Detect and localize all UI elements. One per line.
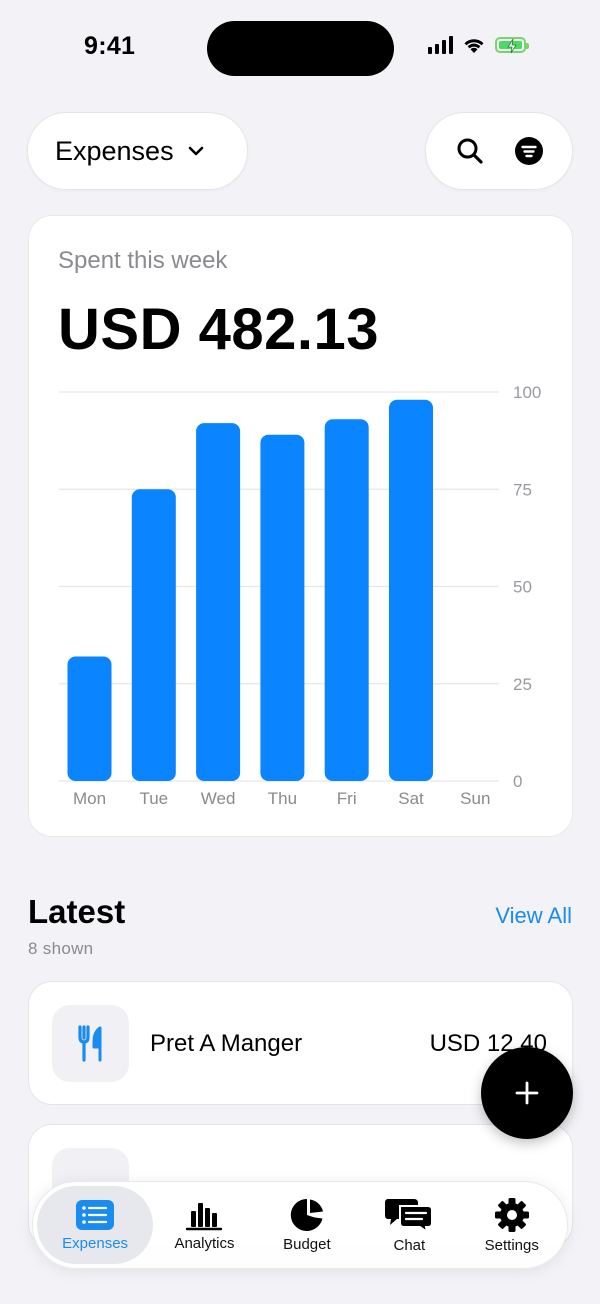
merchant-name: Pret A Manger (150, 1030, 303, 1057)
x-tick-label: Wed (201, 789, 236, 808)
search-icon[interactable] (455, 136, 485, 166)
item-count: 8 shown (28, 939, 94, 958)
cellular-signal-icon (428, 36, 453, 54)
tab-bar: Expenses Analytics Budget Chat Settings (32, 1181, 568, 1269)
x-tick-label: Mon (73, 789, 106, 808)
add-expense-button[interactable] (481, 1047, 573, 1139)
chart-bar (131, 489, 176, 781)
y-tick-label: 75 (513, 480, 532, 499)
x-tick-label: Fri (337, 789, 357, 808)
tab-chat[interactable]: Chat (358, 1186, 460, 1264)
x-tick-label: Sat (398, 789, 424, 808)
y-tick-label: 100 (513, 383, 541, 402)
dynamic-island (207, 21, 394, 76)
list-icon (76, 1199, 115, 1230)
plus-icon (515, 1081, 539, 1105)
weekly-spending-card: Spent this week USD 482.13 100 75 50 25 0 Mon… (28, 215, 573, 837)
tab-label: Settings (484, 1236, 539, 1254)
page-title: Expenses (55, 135, 174, 166)
y-tick-label: 50 (513, 578, 532, 597)
y-tick-label: 0 (513, 772, 522, 791)
gear-icon (494, 1197, 529, 1232)
status-time: 9:41 (84, 32, 136, 60)
header-actions (425, 112, 573, 190)
x-tick-label: Sun (460, 789, 490, 808)
battery-icon (495, 37, 529, 54)
filter-icon[interactable] (514, 136, 544, 166)
fork-knife-icon (52, 1005, 129, 1082)
tab-label: Expenses (62, 1234, 129, 1252)
chevron-down-icon (188, 146, 203, 156)
tab-label: Budget (283, 1235, 331, 1253)
chart-bar (67, 656, 112, 781)
bar-chart-icon (186, 1202, 223, 1230)
tab-expenses[interactable]: Expenses (37, 1186, 154, 1264)
tab-label: Analytics (174, 1234, 235, 1252)
tab-settings[interactable]: Settings (461, 1186, 563, 1264)
wifi-icon (464, 39, 484, 53)
status-icons (428, 36, 529, 54)
weekly-bar-chart: 100 75 50 25 0 Mon Tue Wed Thu Fri Sat Sun (59, 383, 541, 808)
pie-chart-icon (290, 1198, 323, 1231)
section-title: Latest (28, 893, 126, 930)
chart-bar (196, 423, 241, 781)
view-all-link[interactable]: View All (495, 903, 572, 929)
chat-icon (385, 1198, 434, 1233)
tab-analytics[interactable]: Analytics (153, 1186, 255, 1264)
tab-budget[interactable]: Budget (256, 1186, 358, 1264)
expenses-dropdown-button[interactable]: Expenses (27, 112, 248, 190)
chart-bar (389, 399, 433, 781)
chart-bar (260, 434, 305, 781)
tab-label: Chat (393, 1236, 426, 1254)
x-tick-label: Tue (139, 789, 168, 808)
y-tick-label: 25 (513, 675, 532, 694)
x-tick-label: Thu (268, 789, 297, 808)
chart-bar (324, 419, 369, 781)
